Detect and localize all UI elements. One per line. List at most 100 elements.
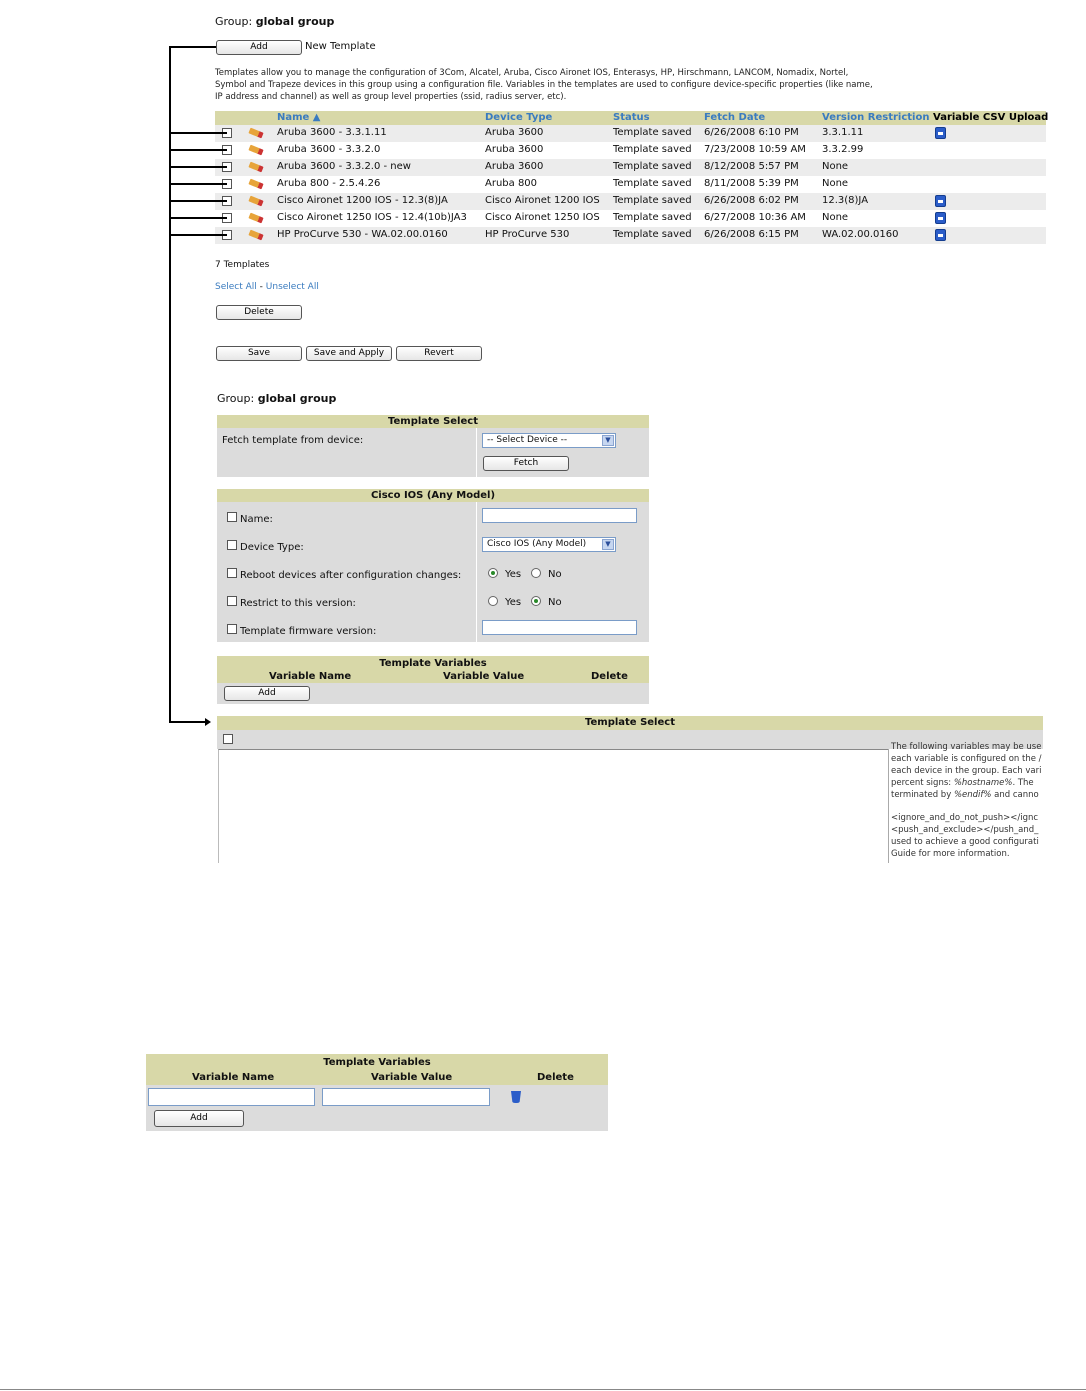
reboot-label: Reboot devices after configuration chang… [240, 570, 462, 581]
callout-line-row [169, 183, 227, 185]
header-fetch-date[interactable]: Fetch Date [704, 112, 765, 123]
table-row[interactable]: Aruba 800 - 2.5.4.26 Aruba 800 Template sa… [215, 176, 1046, 193]
reboot-checkbox[interactable] [227, 568, 237, 578]
restrict-no-radio[interactable] [531, 596, 541, 606]
header-name[interactable]: Name ▲ [277, 112, 321, 123]
device-type-checkbox[interactable] [227, 540, 237, 550]
form-group-heading: Group: global group [217, 392, 336, 405]
template-variables-header: Template Variables Variable Name Variabl… [217, 656, 649, 683]
lower-add-button[interactable]: Add [154, 1110, 244, 1127]
csv-upload-icon[interactable] [935, 195, 946, 207]
firmware-checkbox[interactable] [227, 624, 237, 634]
unselect-all-link[interactable]: Unselect All [266, 282, 319, 292]
chevron-down-icon: ▼ [602, 435, 614, 446]
callout-line-row [169, 234, 227, 236]
reboot-no-radio[interactable] [531, 568, 541, 578]
select-links: Select All - Unselect All [215, 282, 319, 292]
delete-button[interactable]: Delete [216, 305, 302, 320]
edit-pencil-icon[interactable] [248, 127, 264, 139]
table-row[interactable]: HP ProCurve 530 - WA.02.00.0160 HP ProCur… [215, 227, 1046, 244]
lower-variable-value-header: Variable Value [371, 1072, 453, 1083]
firmware-input[interactable] [482, 620, 637, 635]
header-device-type[interactable]: Device Type [485, 112, 552, 123]
restrict-checkbox[interactable] [227, 596, 237, 606]
edit-pencil-icon[interactable] [248, 178, 264, 190]
restrict-yes-radio[interactable] [488, 596, 498, 606]
template-variables-panel: Template Variables Variable Name Variabl… [217, 656, 649, 704]
cisco-ios-panel: Cisco IOS (Any Model) Name: Device Type:… [217, 489, 649, 642]
cell-device-type: Aruba 3600 [485, 161, 544, 172]
description-line-2: Symbol and Trapeze devices in this group… [215, 80, 873, 90]
help-hostname-var: %hostname% [953, 777, 1013, 788]
table-row[interactable]: Aruba 3600 - 3.3.2.0 - new Aruba 3600 Temp… [215, 159, 1046, 176]
description-line-1: Templates allow you to manage the config… [215, 68, 849, 78]
select-all-link[interactable]: Select All [215, 282, 257, 292]
cell-name: Aruba 800 - 2.5.4.26 [277, 178, 381, 189]
lower-variable-name-input[interactable] [148, 1088, 315, 1106]
csv-upload-icon[interactable] [935, 212, 946, 224]
cell-version: None [822, 161, 849, 172]
name-label: Name: [240, 514, 273, 525]
cell-name: Aruba 3600 - 3.3.1.11 [277, 127, 387, 138]
save-button[interactable]: Save [216, 346, 302, 361]
cell-status: Template saved [613, 127, 692, 138]
header-version-restriction[interactable]: Version Restriction [822, 112, 929, 123]
cell-fetch-date: 6/27/2008 10:36 AM [704, 212, 806, 223]
reboot-yes-radio[interactable] [488, 568, 498, 578]
config-checkbox[interactable] [223, 734, 233, 744]
edit-pencil-icon[interactable] [248, 212, 264, 224]
trash-icon[interactable] [511, 1091, 521, 1103]
callout-line-add [169, 46, 216, 48]
cell-fetch-date: 6/26/2008 6:02 PM [704, 195, 799, 206]
select-device-dropdown[interactable]: -- Select Device -- ▼ [482, 433, 616, 448]
name-checkbox[interactable] [227, 512, 237, 522]
table-row[interactable]: Cisco Aironet 1250 IOS - 12.4(10b)JA3 Cis… [215, 210, 1046, 227]
help-text: The following variables may be use each … [891, 742, 1043, 863]
csv-upload-icon[interactable] [935, 229, 946, 241]
cell-status: Template saved [613, 195, 692, 206]
edit-pencil-icon[interactable] [248, 144, 264, 156]
cell-device-type: Aruba 3600 [485, 127, 544, 138]
csv-upload-icon[interactable] [935, 127, 946, 139]
select-device-value: -- Select Device -- [487, 435, 568, 445]
help-line-blank [891, 802, 1043, 814]
variables-add-button[interactable]: Add [224, 686, 310, 701]
edit-pencil-icon[interactable] [248, 229, 264, 241]
callout-vertical-line [169, 46, 171, 723]
cell-fetch-date: 8/12/2008 5:57 PM [704, 161, 799, 172]
table-row[interactable]: Aruba 3600 - 3.3.1.11 Aruba 3600 Template … [215, 125, 1046, 142]
add-template-button[interactable]: Add [216, 40, 302, 55]
header-variable-csv-upload: Variable CSV Upload [933, 112, 1049, 123]
help-line-5-start: terminated by [891, 789, 952, 800]
reboot-yes-label: Yes [505, 569, 522, 580]
restrict-label: Restrict to this version: [240, 598, 356, 609]
new-template-label: New Template [305, 41, 376, 52]
revert-button[interactable]: Revert [396, 346, 482, 361]
header-status[interactable]: Status [613, 112, 650, 123]
form-group-name: global group [257, 392, 337, 405]
cell-version: None [822, 178, 849, 189]
callout-line-row [169, 149, 227, 151]
name-input[interactable] [482, 508, 637, 523]
edit-pencil-icon[interactable] [248, 161, 264, 173]
help-line-8: <push_and_exclude></push_and_ [891, 825, 1039, 836]
save-and-apply-button[interactable]: Save and Apply [306, 346, 392, 361]
cell-version: WA.02.00.0160 [822, 229, 899, 240]
cell-status: Template saved [613, 212, 692, 223]
edit-pencil-icon[interactable] [248, 195, 264, 207]
fetch-button[interactable]: Fetch [483, 456, 569, 471]
device-type-dropdown[interactable]: Cisco IOS (Any Model) ▼ [482, 537, 616, 552]
lower-variable-value-input[interactable] [322, 1088, 490, 1106]
config-textarea[interactable] [218, 749, 888, 863]
divider [476, 502, 477, 642]
table-row[interactable]: Cisco Aironet 1200 IOS - 12.3(8)JA Cisco … [215, 193, 1046, 210]
templates-table: Name ▲ Device Type Status Fetch Date Ver… [215, 111, 1049, 246]
help-divider [888, 749, 889, 863]
cell-device-type: Aruba 3600 [485, 144, 544, 155]
table-row[interactable]: Aruba 3600 - 3.3.2.0 Aruba 3600 Template s… [215, 142, 1046, 159]
callout-line-row [169, 166, 227, 168]
template-select-title: Template Select [217, 415, 649, 428]
help-line-10: Guide for more information. [891, 849, 1010, 860]
cell-status: Template saved [613, 229, 692, 240]
lower-template-variables-panel: Template Variables Variable Name Variabl… [146, 1054, 608, 1131]
